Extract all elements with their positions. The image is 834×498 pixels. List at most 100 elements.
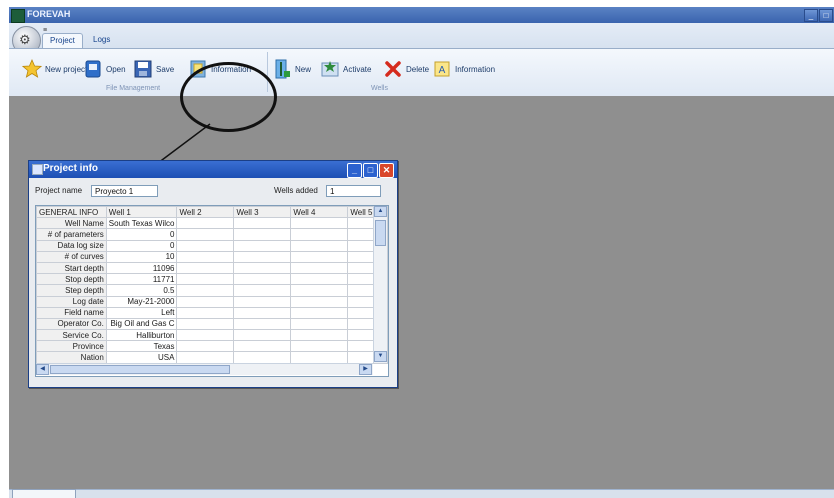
well-1-cell[interactable]: USA bbox=[105, 351, 178, 364]
table-row[interactable]: Stop depth 11771 bbox=[36, 273, 388, 286]
empty-cell[interactable] bbox=[176, 228, 235, 241]
dialog-title-bar[interactable]: Project info _ □ ✕ bbox=[29, 161, 397, 178]
wells-added-field[interactable]: 1 bbox=[326, 185, 381, 197]
empty-cell[interactable] bbox=[290, 317, 349, 331]
table-row[interactable]: Log date May-21-2000 bbox=[36, 295, 388, 308]
empty-cell[interactable] bbox=[233, 273, 292, 286]
project-name-field[interactable]: Proyecto 1 bbox=[91, 185, 158, 197]
dialog-close-button[interactable]: ✕ bbox=[379, 163, 394, 178]
column-header[interactable]: Well 3 bbox=[233, 206, 292, 219]
column-header[interactable]: Well 1 bbox=[105, 206, 178, 219]
empty-cell[interactable] bbox=[233, 228, 292, 241]
empty-cell[interactable] bbox=[176, 261, 235, 275]
empty-cell[interactable] bbox=[290, 250, 349, 263]
new-well-label: New bbox=[295, 64, 312, 74]
tab-project[interactable]: Project bbox=[42, 33, 83, 48]
table-row[interactable]: # of parameters 0 bbox=[36, 228, 388, 241]
table-row[interactable]: Nation USA bbox=[36, 351, 388, 364]
scroll-down-icon[interactable]: ▼ bbox=[374, 351, 387, 362]
dialog-minimize-button[interactable]: _ bbox=[347, 163, 362, 178]
table-row[interactable]: Step depth 0.5 bbox=[36, 284, 388, 297]
empty-cell[interactable] bbox=[176, 317, 235, 331]
empty-cell[interactable] bbox=[176, 273, 235, 286]
table-row[interactable]: Province Texas bbox=[36, 340, 388, 353]
well-1-cell[interactable]: Big Oil and Gas C bbox=[105, 317, 178, 331]
empty-cell[interactable] bbox=[233, 284, 292, 297]
empty-cell[interactable] bbox=[176, 284, 235, 297]
empty-cell[interactable] bbox=[176, 295, 235, 308]
empty-cell[interactable] bbox=[290, 261, 349, 275]
table-row[interactable]: Operator Co. Big Oil and Gas C bbox=[36, 317, 388, 331]
empty-cell[interactable] bbox=[290, 217, 349, 230]
well-1-cell[interactable]: Halliburton bbox=[105, 329, 178, 342]
well-1-cell[interactable]: Texas bbox=[105, 340, 178, 353]
delete-button[interactable]: Delete bbox=[383, 58, 429, 80]
project-info-grid[interactable]: GENERAL INFO Well 1 Well 2 Well 3 Well 4… bbox=[35, 205, 389, 377]
new-project-button[interactable]: New project bbox=[22, 58, 87, 80]
scroll-right-icon[interactable]: ▶ bbox=[359, 364, 372, 375]
empty-cell[interactable] bbox=[233, 217, 292, 230]
empty-cell[interactable] bbox=[233, 250, 292, 263]
well-1-cell[interactable]: 11771 bbox=[105, 273, 178, 286]
maximize-button[interactable]: □ bbox=[819, 9, 833, 22]
save-button[interactable]: Save bbox=[133, 58, 174, 80]
empty-cell[interactable] bbox=[290, 295, 349, 308]
vertical-scroll-thumb[interactable] bbox=[375, 220, 386, 246]
table-row[interactable]: Service Co. Halliburton bbox=[36, 329, 388, 342]
well-1-cell[interactable]: 11096 bbox=[105, 261, 178, 275]
empty-cell[interactable] bbox=[233, 340, 292, 353]
empty-cell[interactable] bbox=[233, 329, 292, 342]
scroll-up-icon[interactable]: ▲ bbox=[374, 206, 387, 217]
empty-cell[interactable] bbox=[176, 306, 235, 319]
row-label: Start depth bbox=[36, 261, 107, 275]
well-1-cell[interactable]: South Texas Wilco bbox=[105, 217, 178, 230]
open-button[interactable]: Open bbox=[83, 58, 126, 80]
well-1-cell[interactable]: 0 bbox=[105, 239, 178, 252]
empty-cell[interactable] bbox=[176, 351, 235, 364]
tab-logs[interactable]: Logs bbox=[86, 33, 117, 47]
vertical-scrollbar[interactable]: ▲ ▼ bbox=[373, 206, 387, 363]
well-1-cell[interactable]: May-21-2000 bbox=[105, 295, 178, 308]
horizontal-scrollbar[interactable]: ◀ ▶ bbox=[36, 363, 373, 375]
empty-cell[interactable] bbox=[176, 340, 235, 353]
empty-cell[interactable] bbox=[233, 261, 292, 275]
new-well-button[interactable]: New bbox=[272, 58, 311, 80]
column-header[interactable]: GENERAL INFO bbox=[36, 206, 107, 219]
empty-cell[interactable] bbox=[233, 351, 292, 364]
column-header[interactable]: Well 4 bbox=[290, 206, 349, 219]
empty-cell[interactable] bbox=[176, 329, 235, 342]
empty-cell[interactable] bbox=[290, 306, 349, 319]
well-1-cell[interactable]: 10 bbox=[105, 250, 178, 263]
empty-cell[interactable] bbox=[233, 317, 292, 331]
empty-cell[interactable] bbox=[176, 250, 235, 263]
well-1-cell[interactable]: 0.5 bbox=[105, 284, 178, 297]
empty-cell[interactable] bbox=[233, 295, 292, 308]
column-header[interactable]: Well 2 bbox=[176, 206, 235, 219]
well-information-button[interactable]: A Information bbox=[432, 58, 495, 80]
horizontal-scroll-thumb[interactable] bbox=[50, 365, 230, 374]
scroll-left-icon[interactable]: ◀ bbox=[36, 364, 49, 375]
empty-cell[interactable] bbox=[290, 329, 349, 342]
well-1-cell[interactable]: Left bbox=[105, 306, 178, 319]
empty-cell[interactable] bbox=[290, 239, 349, 252]
empty-cell[interactable] bbox=[290, 273, 349, 286]
empty-cell[interactable] bbox=[176, 239, 235, 252]
table-row[interactable]: Data log size 0 bbox=[36, 239, 388, 252]
empty-cell[interactable] bbox=[290, 340, 349, 353]
table-row[interactable]: Well Name South Texas Wilco bbox=[36, 217, 388, 230]
empty-cell[interactable] bbox=[290, 351, 349, 364]
minimize-button[interactable]: _ bbox=[804, 9, 818, 22]
dialog-maximize-button[interactable]: □ bbox=[363, 163, 378, 178]
empty-cell[interactable] bbox=[290, 228, 349, 241]
table-row[interactable]: Start depth 11096 bbox=[36, 261, 388, 275]
table-row[interactable]: # of curves 10 bbox=[36, 250, 388, 263]
app-icon bbox=[11, 9, 25, 23]
empty-cell[interactable] bbox=[176, 217, 235, 230]
new-project-label: New project bbox=[45, 64, 88, 74]
empty-cell[interactable] bbox=[233, 306, 292, 319]
empty-cell[interactable] bbox=[290, 284, 349, 297]
well-1-cell[interactable]: 0 bbox=[105, 228, 178, 241]
table-row[interactable]: Field name Left bbox=[36, 306, 388, 319]
activate-button[interactable]: Activate bbox=[320, 58, 371, 80]
empty-cell[interactable] bbox=[233, 239, 292, 252]
